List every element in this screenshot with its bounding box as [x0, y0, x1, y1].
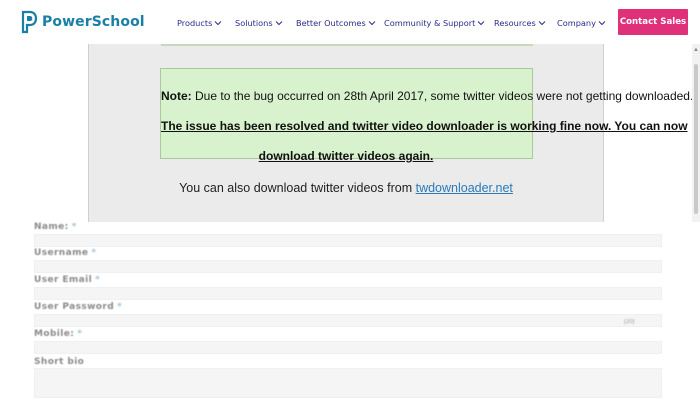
note-prefix: Note:: [161, 89, 192, 103]
field-label-text: User Email: [34, 275, 93, 285]
required-mark: *: [91, 248, 97, 258]
brand-name: PowerSchool: [42, 14, 145, 30]
nav-label: Community & Support: [384, 18, 476, 28]
field-label-text: Short bio: [34, 357, 85, 367]
powerschool-logo-icon: [21, 10, 38, 34]
nav-label: Products: [177, 18, 213, 28]
brand-logo[interactable]: PowerSchool: [20, 10, 145, 34]
page-scrollbar[interactable]: ▲: [692, 44, 700, 222]
alternative-download-text: You can also download twitter videos fro…: [89, 181, 603, 195]
name-label: Name: *: [34, 222, 77, 232]
password-field[interactable]: [34, 314, 662, 327]
notice-box: Note: Due to the bug occurred on 28th Ap…: [160, 68, 693, 159]
also-text: You can also download twitter videos fro…: [179, 181, 416, 195]
panel-divider: [161, 44, 533, 46]
required-mark: *: [71, 222, 77, 232]
chevron-down-icon: [368, 21, 376, 26]
field-label-text: Name:: [34, 222, 69, 232]
chevron-down-icon: [215, 21, 222, 26]
site-header: PowerSchool Products Solutions Better Ou…: [0, 0, 700, 44]
nav-community-support[interactable]: Community & Support: [384, 17, 485, 29]
nav-resources[interactable]: Resources: [494, 17, 546, 29]
chevron-down-icon: [275, 21, 282, 26]
twdownloader-link[interactable]: twdownloader.net: [416, 181, 513, 195]
required-mark: *: [95, 275, 101, 285]
nav-better-outcomes[interactable]: Better Outcomes: [296, 17, 376, 29]
chevron-down-icon: [477, 21, 485, 26]
required-mark: *: [117, 302, 123, 312]
bio-textarea[interactable]: [34, 368, 662, 398]
password-label: User Password *: [34, 302, 122, 312]
embedded-page-panel: Note: Due to the bug occurred on 28th Ap…: [88, 44, 693, 222]
nav-label: Solutions: [235, 18, 273, 28]
field-label-text: Mobile:: [34, 329, 75, 339]
username-field[interactable]: [34, 260, 662, 273]
scroll-up-icon[interactable]: ▲: [693, 46, 699, 54]
email-field[interactable]: [34, 287, 662, 300]
nav-company[interactable]: Company: [557, 17, 606, 29]
bio-label: Short bio: [34, 357, 87, 367]
chevron-down-icon: [538, 21, 546, 26]
nav-label: Better Outcomes: [296, 18, 366, 28]
chevron-down-icon: [598, 21, 606, 26]
username-label: Username *: [34, 248, 96, 258]
email-label: User Email *: [34, 275, 100, 285]
password-counter: (20): [624, 319, 635, 325]
required-mark: *: [77, 329, 83, 339]
scrollbar-thumb[interactable]: [694, 64, 698, 214]
contact-sales-button[interactable]: Contact Sales: [618, 9, 688, 35]
name-field[interactable]: [34, 234, 662, 247]
nav-solutions[interactable]: Solutions: [235, 17, 283, 29]
field-label-text: Username: [34, 248, 89, 258]
nav-label: Resources: [494, 18, 536, 28]
resolved-line-continued: download twitter videos again.: [258, 149, 434, 163]
registration-form: Name: * Username * User Email * User Passwo…: [0, 222, 700, 400]
resolved-line: The issue has been resolved and twitter …: [161, 119, 688, 133]
mobile-field[interactable]: [34, 341, 662, 354]
field-label-text: User Password: [34, 302, 115, 312]
note-text: Due to the bug occurred on 28th April 20…: [191, 89, 694, 103]
nav-label: Company: [557, 18, 596, 28]
note-line: Note: Due to the bug occurred on 28th Ap…: [161, 89, 693, 103]
nav-products[interactable]: Products: [177, 17, 222, 29]
mobile-label: Mobile: *: [34, 329, 82, 339]
